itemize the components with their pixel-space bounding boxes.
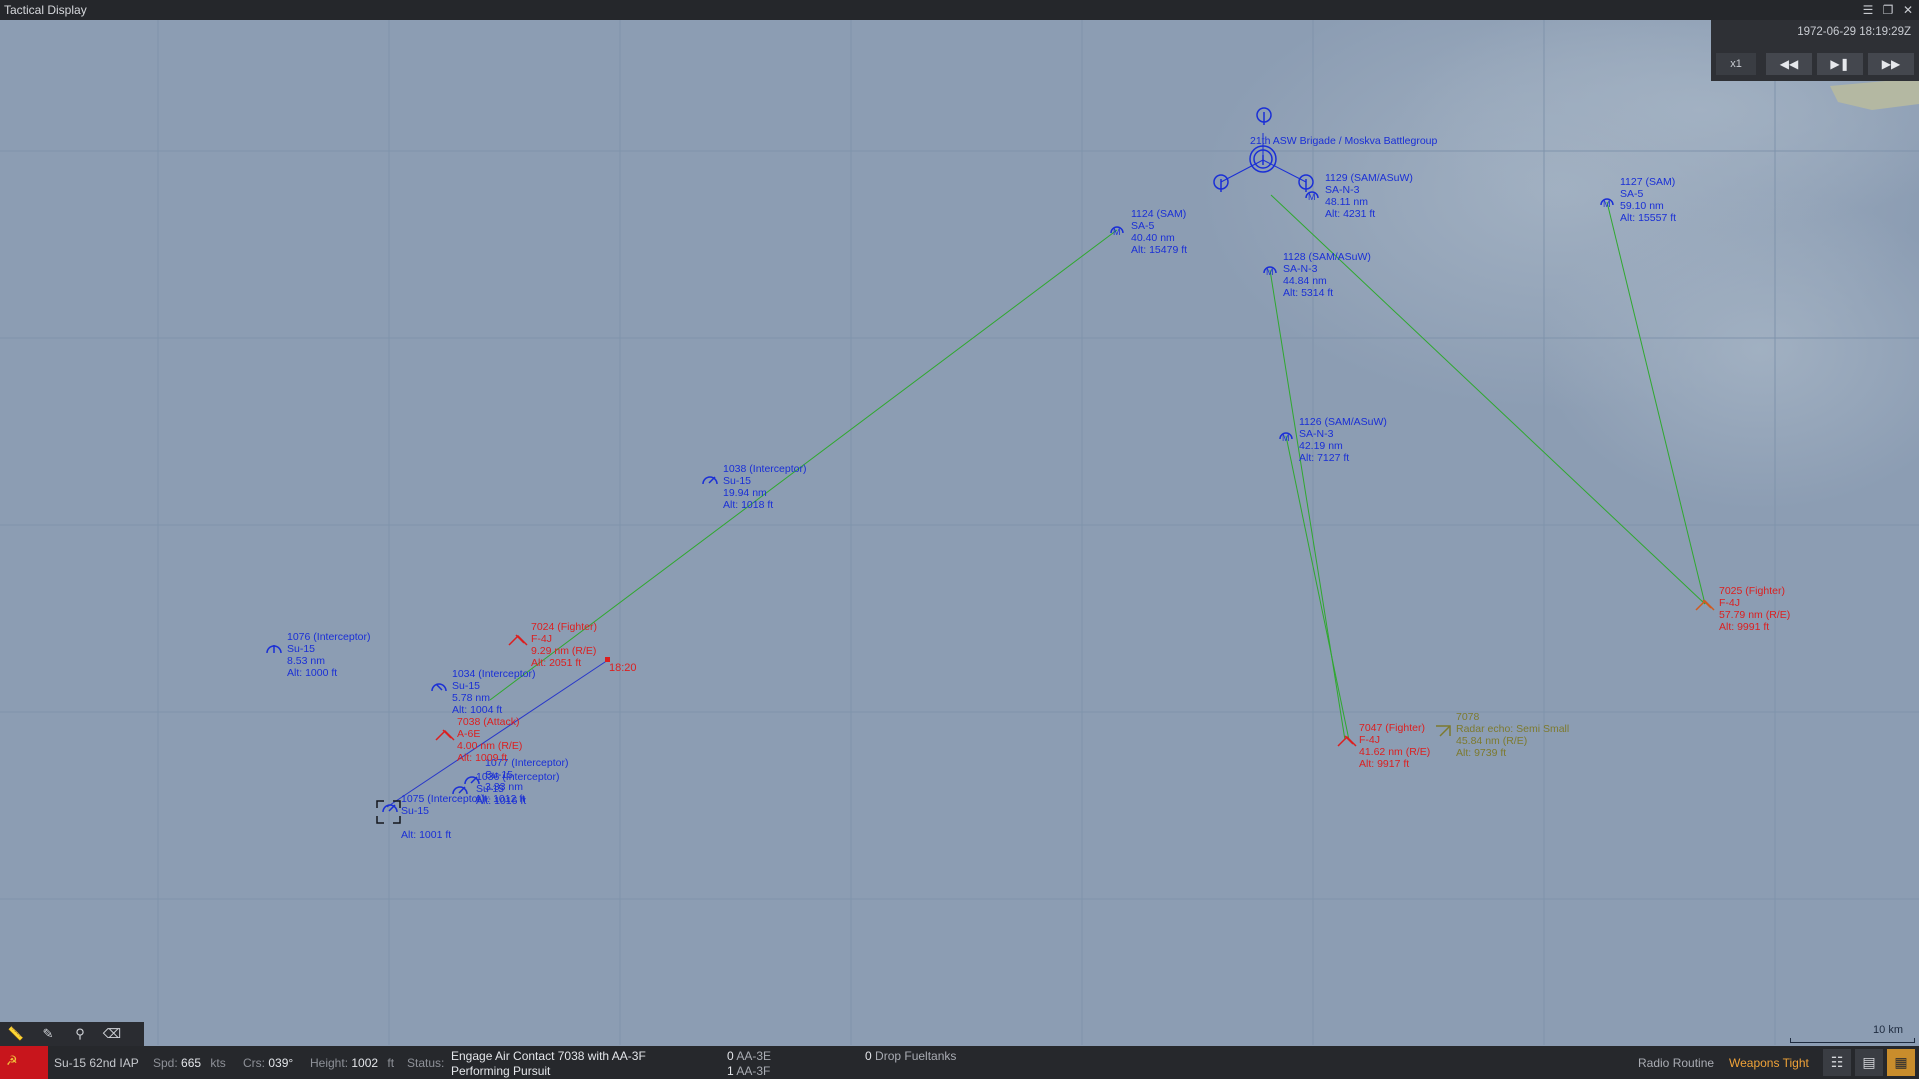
close-icon[interactable]: ✕ [1901,0,1915,20]
time-marker-label: 18:20 [609,662,637,674]
tactical-map[interactable]: 18:20 21th ASW Brigade / Moskva Battlegr… [0,20,1919,1045]
grid-view-icon[interactable]: ▦ [1887,1049,1915,1076]
speed-unit: kts [210,1056,226,1070]
weapon-count: 0 [727,1049,734,1063]
group-label: 21th ASW Brigade / Moskva Battlegroup [1250,135,1438,147]
svg-text:M: M [1266,267,1274,277]
roe-status[interactable]: Weapons Tight [1729,1056,1809,1070]
ussr-flag-icon: ☭ [0,1046,48,1079]
menu-icon[interactable]: ☰ [1861,0,1875,20]
height-value: 1002 [351,1056,379,1070]
svg-text:M: M [1113,227,1121,237]
course-label: Crs: [243,1056,265,1070]
scale-bar: 10 km [1790,1022,1915,1044]
scale-label: 10 km [1873,1024,1903,1036]
game-clock: 1972-06-29 18:19:29Z [1797,26,1911,38]
weapon-name: AA-3E [736,1049,772,1063]
window-title: Tactical Display [4,3,87,17]
selected-unit-name: Su-15 62nd IAP [54,1056,139,1070]
formation-icon[interactable]: ☷ [1823,1049,1851,1076]
title-bar: Tactical Display ☰ ❐ ✕ [0,0,1919,20]
time-compression[interactable]: x1 [1716,53,1756,75]
speed-label: Spd: [153,1056,178,1070]
pencil-icon[interactable]: ✎ [32,1022,64,1046]
weapon-row: 0 AA-3E [727,1049,771,1063]
height-unit: ft [387,1056,395,1070]
weapon-count: 1 [727,1064,734,1078]
fast-forward-icon[interactable]: ▶▶ [1868,53,1914,75]
weapon-row: 1 AA-3F [727,1064,770,1078]
fueltank-label: Drop Fueltanks [875,1049,957,1063]
status-label: Status: [407,1056,445,1070]
pin-icon[interactable]: ⚲ [64,1022,96,1046]
time-control-panel: 1972-06-29 18:19:29Z x1 ◀◀ ▶❚ ▶▶ [1711,20,1919,81]
svg-text:M: M [1603,199,1611,209]
eraser-icon[interactable]: ⌫ [96,1022,128,1046]
status-line-1: Engage Air Contact 7038 with AA-3F [451,1049,646,1063]
fueltank-row: 0 Drop Fueltanks [865,1049,956,1063]
emcon-status[interactable]: Radio Routine [1638,1056,1714,1070]
drawing-toolbar: 📏 ✎ ⚲ ⌫ [0,1022,144,1046]
speed-value: 665 [181,1056,202,1070]
svg-text:M: M [1282,433,1290,443]
status-line-2: Performing Pursuit [451,1064,551,1078]
play-pause-icon[interactable]: ▶❚ [1817,53,1863,75]
restore-window-icon[interactable]: ❐ [1881,0,1895,20]
weapon-name: AA-3F [736,1064,771,1078]
height-label: Height: [310,1056,349,1070]
course-value: 039° [268,1056,294,1070]
loadout-icon[interactable]: ▤ [1855,1049,1883,1076]
ruler-icon[interactable]: 📏 [0,1022,32,1046]
rewind-icon[interactable]: ◀◀ [1766,53,1812,75]
unit-status-bar: ☭ Su-15 62nd IAP Spd: 665 kts Crs: 039° … [0,1046,1919,1079]
fueltank-count: 0 [865,1049,872,1063]
svg-text:M: M [1308,192,1316,202]
ship-moskva-icon[interactable] [1249,145,1277,173]
